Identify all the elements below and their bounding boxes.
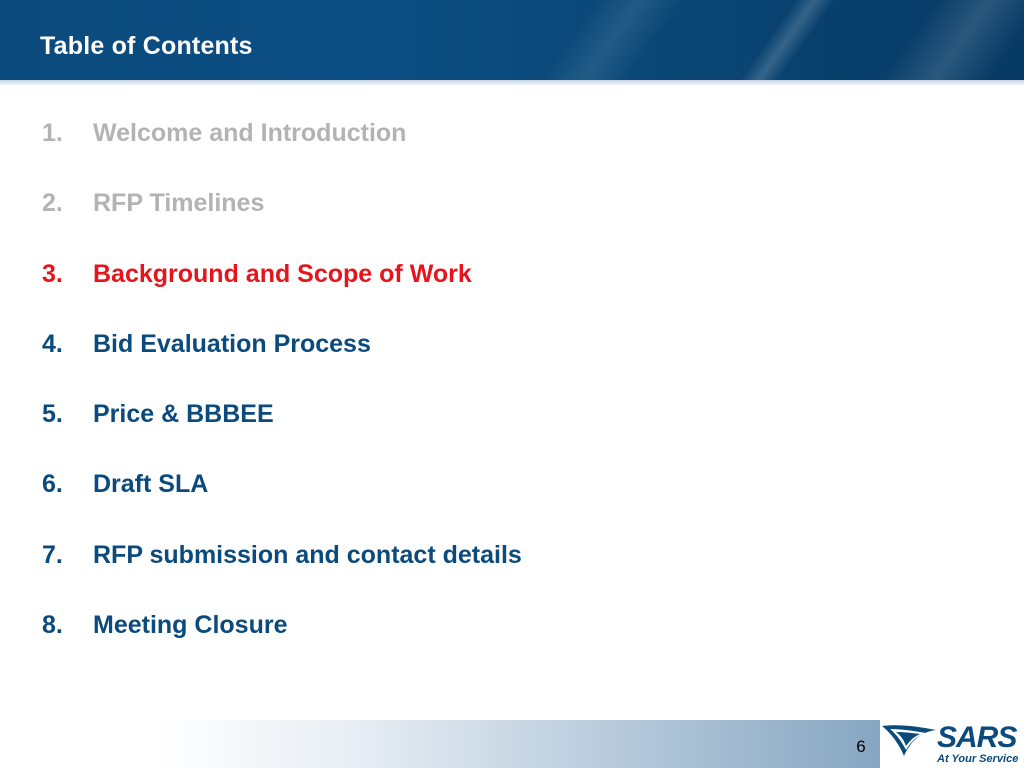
toc-item-label: Welcome and Introduction [93, 119, 407, 147]
footer-gradient-band [0, 720, 880, 768]
toc-item-label: Background and Scope of Work [93, 259, 472, 288]
toc-item: 5. Price & BBBEE [42, 395, 522, 465]
header-sheen [710, 0, 850, 80]
sars-swoosh-icon [882, 725, 936, 756]
toc-item-number: 6. [42, 470, 63, 499]
toc-item-number: 1. [42, 119, 63, 147]
toc-item-number: 2. [42, 189, 63, 218]
toc-item-number: 5. [42, 400, 63, 429]
toc-item: 3. Background and Scope of Work [42, 255, 522, 325]
toc-item-number: 3. [42, 259, 63, 288]
slide: Table of Contents 1. Welcome and Introduc… [0, 0, 1024, 768]
toc-item: 1. Welcome and Introduction [42, 114, 522, 184]
table-of-contents: 1. Welcome and Introduction 2. RFP Timeline… [42, 114, 522, 676]
header-sheen [510, 0, 700, 80]
toc-item-label: RFP submission and contact details [93, 540, 522, 569]
header-sheen [850, 0, 1024, 80]
page-number: 6 [856, 737, 866, 756]
slide-title: Table of Contents [40, 32, 253, 60]
toc-item-number: 7. [42, 540, 63, 569]
toc-item: 8. Meeting Closure [42, 606, 522, 676]
toc-item: 6. Draft SLA [42, 465, 522, 535]
sars-logo: SARS At Your Service [880, 720, 1024, 768]
logo-wordmark: SARS [937, 721, 1017, 754]
toc-item-label: Meeting Closure [93, 611, 288, 640]
toc-item: 4. Bid Evaluation Process [42, 325, 522, 395]
toc-item-label: RFP Timelines [93, 189, 265, 218]
title-bar: Table of Contents [0, 0, 1024, 80]
toc-item-number: 4. [42, 329, 63, 358]
logo-tagline: At Your Service [937, 753, 1019, 765]
toc-item: 2. RFP Timelines [42, 184, 522, 254]
toc-item-number: 8. [42, 611, 63, 640]
toc-item: 7. RFP submission and contact details [42, 536, 522, 606]
header-divider [0, 80, 1024, 85]
toc-item-label: Bid Evaluation Process [93, 329, 371, 358]
toc-item-label: Draft SLA [93, 470, 209, 499]
toc-item-label: Price & BBBEE [93, 400, 274, 429]
